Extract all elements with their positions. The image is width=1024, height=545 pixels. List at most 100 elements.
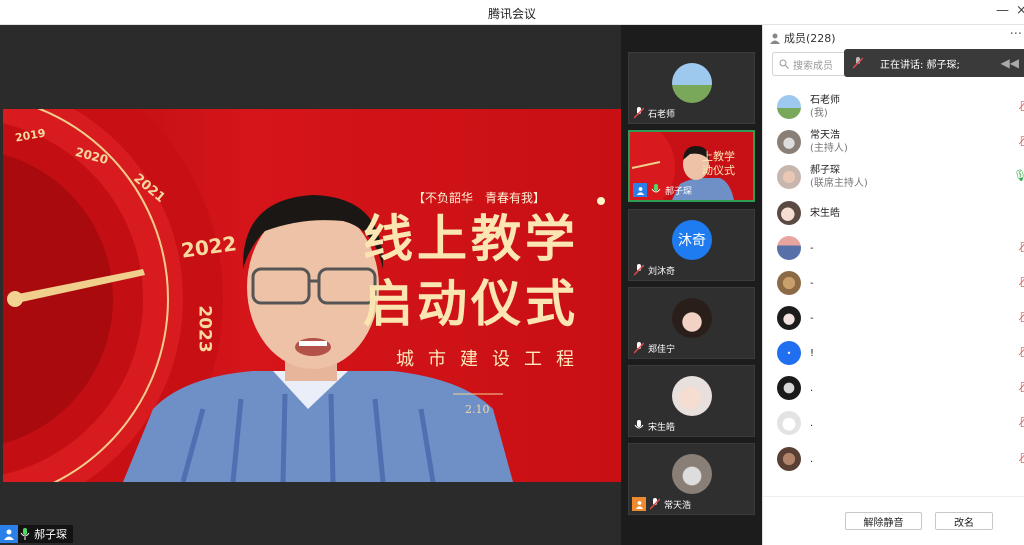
main-video-area[interactable]: 2019 2020 2021 2022 2023 【不负韶华 青春有我】 线上教… bbox=[0, 25, 621, 545]
member-row[interactable]: . 🎙̸ bbox=[777, 443, 1024, 475]
mic-muted-icon[interactable]: 🎙̸ bbox=[1020, 415, 1024, 428]
avatar bbox=[777, 306, 801, 330]
member-name: - bbox=[810, 242, 814, 254]
mic-active-icon[interactable]: 🎙 bbox=[1013, 169, 1024, 182]
member-row[interactable]: - 🎙̸ bbox=[777, 267, 1024, 299]
user-icon bbox=[770, 33, 780, 44]
member-name: 常天浩 bbox=[810, 130, 840, 141]
more-options-button[interactable]: ··· bbox=[1010, 27, 1022, 42]
mic-muted-icon[interactable]: 🎙̸ bbox=[1020, 345, 1024, 358]
rename-button[interactable]: 改名 bbox=[935, 512, 993, 530]
avatar bbox=[777, 236, 801, 260]
avatar bbox=[777, 376, 801, 400]
member-row[interactable]: • ! 🎙̸ bbox=[777, 337, 1024, 369]
member-row[interactable]: - 🎙̸ bbox=[777, 302, 1024, 334]
unmute-all-button[interactable]: 解除静音 bbox=[845, 512, 922, 530]
user-icon bbox=[0, 525, 18, 543]
member-name: . bbox=[810, 382, 814, 394]
video-tile[interactable]: 常天浩 bbox=[628, 443, 755, 515]
member-row[interactable]: 宋生皓 bbox=[777, 197, 1024, 229]
minimize-button[interactable]: — bbox=[996, 3, 1009, 18]
speaker-video: 2019 2020 2021 2022 2023 【不负韶华 青春有我】 线上教… bbox=[3, 109, 621, 482]
mic-muted-icon bbox=[632, 263, 646, 277]
member-role: (联席主持人) bbox=[810, 178, 868, 189]
mic-active-icon bbox=[18, 526, 32, 542]
member-name: . bbox=[810, 417, 814, 429]
slide-title-line1: 线上教学 bbox=[363, 209, 579, 268]
slide-subtitle: 城市建设工程 bbox=[396, 349, 588, 370]
avatar bbox=[777, 201, 801, 225]
avatar bbox=[777, 411, 801, 435]
video-thumbnail-strip[interactable]: 石老师 上教学 动仪式 郝子琛 沐奇 刘沐奇 郑佳宁 宋生皓 常天浩 bbox=[621, 25, 762, 545]
slide-title-line2: 启动仪式 bbox=[363, 274, 579, 333]
mic-active-icon bbox=[649, 183, 663, 197]
user-icon bbox=[632, 497, 646, 511]
avatar bbox=[672, 454, 712, 494]
svg-text:动仪式: 动仪式 bbox=[702, 164, 735, 177]
tile-name: 石老师 bbox=[648, 109, 676, 120]
avatar bbox=[777, 271, 801, 295]
mic-muted-icon[interactable]: 🎙̸ bbox=[1020, 99, 1024, 112]
member-name: - bbox=[810, 277, 814, 289]
members-count: 成员(228) bbox=[784, 32, 836, 45]
members-panel: 成员(228) ··· 搜索成员 正在讲话: 郝子琛; ◀◀ 石老师 (我) 🎙… bbox=[762, 25, 1024, 545]
member-name: 石老师 bbox=[810, 95, 840, 106]
member-row[interactable]: 石老师 (我) 🎙̸ bbox=[777, 91, 1024, 123]
video-tile[interactable]: 沐奇 刘沐奇 bbox=[628, 209, 755, 281]
tile-name: 刘沐奇 bbox=[648, 266, 676, 277]
mic-muted-icon bbox=[844, 57, 872, 69]
avatar bbox=[672, 376, 712, 416]
mic-muted-icon[interactable]: 🎙̸ bbox=[1020, 451, 1024, 464]
member-name: 宋生皓 bbox=[810, 207, 840, 219]
member-name: . bbox=[810, 453, 814, 465]
mic-muted-icon[interactable]: 🎙̸ bbox=[1020, 380, 1024, 393]
tile-name: 郝子琛 bbox=[665, 186, 693, 197]
mic-icon bbox=[632, 419, 646, 433]
member-role: (主持人) bbox=[810, 143, 848, 154]
speaker-name: 郝子琛 bbox=[34, 528, 67, 541]
speaking-indicator: 正在讲话: 郝子琛; ◀◀ bbox=[844, 49, 1024, 77]
mic-muted-icon[interactable]: 🎙̸ bbox=[1020, 310, 1024, 323]
tile-name: 郑佳宁 bbox=[648, 344, 676, 355]
avatar bbox=[777, 165, 801, 189]
meeting-window: 腾讯会议 — × 2019 2020 2021 2022 2023 【不负韶华 … bbox=[0, 0, 1024, 545]
video-tile[interactable]: 石老师 bbox=[628, 52, 755, 124]
avatar: 沐奇 bbox=[672, 220, 712, 260]
member-name: ! bbox=[810, 347, 815, 359]
avatar bbox=[672, 63, 712, 103]
video-tile[interactable]: 郑佳宁 bbox=[628, 287, 755, 359]
member-name: - bbox=[810, 312, 814, 324]
search-placeholder: 搜索成员 bbox=[793, 60, 833, 72]
collapse-arrows-icon[interactable]: ◀◀ bbox=[1001, 56, 1019, 70]
year-label: 2023 bbox=[194, 305, 215, 353]
mic-muted-icon bbox=[648, 497, 662, 511]
member-row[interactable]: . 🎙̸ bbox=[777, 372, 1024, 404]
avatar bbox=[777, 95, 801, 119]
tile-name: 常天浩 bbox=[664, 500, 692, 511]
member-row[interactable]: . 🎙̸ bbox=[777, 407, 1024, 439]
user-icon bbox=[633, 183, 647, 197]
mic-muted-icon[interactable]: 🎙̸ bbox=[1020, 275, 1024, 288]
speaker-name-bar: 郝子琛 bbox=[0, 525, 73, 543]
video-tile-speaking[interactable]: 上教学 动仪式 郝子琛 bbox=[628, 130, 755, 202]
avatar bbox=[672, 298, 712, 338]
close-button[interactable]: × bbox=[1016, 3, 1024, 18]
speaking-text: 正在讲话: 郝子琛; bbox=[880, 59, 960, 71]
mic-muted-icon[interactable]: 🎙̸ bbox=[1020, 240, 1024, 253]
svg-text:上教学: 上教学 bbox=[702, 149, 735, 163]
avatar: • bbox=[777, 341, 801, 365]
title-bar: 腾讯会议 — × bbox=[0, 0, 1024, 25]
member-role: (我) bbox=[810, 108, 828, 119]
avatar bbox=[777, 447, 801, 471]
search-icon bbox=[779, 59, 789, 69]
mic-muted-icon bbox=[632, 341, 646, 355]
avatar bbox=[777, 130, 801, 154]
member-row[interactable]: 常天浩 (主持人) 🎙̸ bbox=[777, 126, 1024, 158]
member-row[interactable]: 郝子琛 (联席主持人) 🎙 bbox=[777, 161, 1024, 193]
member-row[interactable]: - 🎙̸ bbox=[777, 232, 1024, 264]
panel-footer: 解除静音 改名 bbox=[763, 496, 1024, 545]
mic-muted-icon[interactable]: 🎙̸ bbox=[1020, 134, 1024, 147]
mic-muted-icon bbox=[632, 106, 646, 120]
window-title: 腾讯会议 bbox=[487, 7, 536, 21]
video-tile[interactable]: 宋生皓 bbox=[628, 365, 755, 437]
